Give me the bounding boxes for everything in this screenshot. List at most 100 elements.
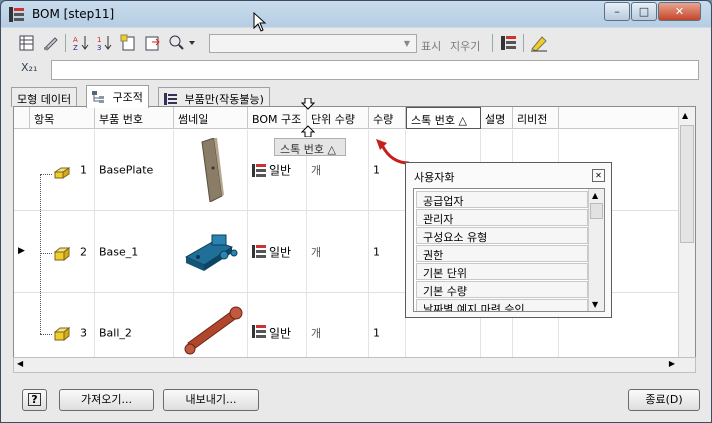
tab-model-data[interactable]: 모형 데이터 — [11, 87, 78, 107]
qty-cell[interactable]: 1 — [369, 211, 406, 292]
item-number: 1 — [80, 163, 87, 177]
import-button[interactable]: 가져오기... — [59, 389, 154, 411]
scroll-up-icon[interactable]: ▲ — [592, 191, 598, 200]
close-window-button[interactable]: ✕ — [658, 2, 701, 21]
title-bar: BOM [step11] – □ ✕ — [1, 1, 711, 28]
list-scrollbar[interactable]: ▲ ▼ — [588, 189, 604, 311]
show-button[interactable]: 표시 — [421, 38, 441, 54]
minimize-button[interactable]: – — [604, 2, 630, 21]
toolbar-separator-2 — [492, 34, 493, 52]
close-icon[interactable]: ✕ — [592, 169, 605, 182]
find-icon[interactable] — [167, 33, 197, 53]
baseplate-thumbnail — [201, 138, 224, 202]
thumbnail-cell — [174, 211, 248, 292]
part-number: Base_1 — [99, 245, 139, 258]
list-item[interactable]: 기본 단위 — [416, 263, 588, 280]
scrollbar-thumb[interactable] — [590, 203, 603, 219]
table-view-icon[interactable] — [17, 33, 37, 53]
column-header-part-number[interactable]: 부품 번호 — [95, 107, 174, 129]
bom-structure-icon — [252, 325, 266, 338]
part-number: Ball_2 — [99, 326, 132, 340]
chevron-down-icon[interactable]: ▼ — [400, 37, 414, 50]
parts-list-icon — [164, 93, 177, 105]
qty: 1 — [373, 245, 380, 258]
part-icon — [54, 247, 70, 261]
formula-input[interactable] — [51, 60, 699, 80]
scroll-up-icon[interactable]: ▲ — [682, 111, 688, 120]
highlight-icon[interactable] — [529, 33, 549, 53]
scrollbar-thumb[interactable] — [680, 125, 694, 243]
part-number-icon[interactable] — [119, 33, 139, 53]
edit-icon[interactable] — [41, 33, 61, 53]
unit-qty-cell[interactable]: 개 — [307, 211, 369, 292]
list-item[interactable]: 구성요소 유형 — [416, 227, 588, 244]
ball-thumbnail — [184, 306, 243, 355]
scroll-left-icon[interactable]: ◀ — [17, 359, 23, 368]
bom-structure: 일반 — [269, 245, 292, 259]
column-header-qty[interactable]: 수량 — [369, 107, 406, 129]
svg-text:1: 1 — [97, 36, 101, 44]
maximize-button[interactable]: □ — [631, 2, 657, 21]
tab-label: 구조적 — [112, 91, 143, 104]
bom-app-icon — [9, 7, 24, 22]
view-combo[interactable]: ▼ — [209, 34, 417, 53]
function-icon[interactable]: X₂₁ — [21, 61, 37, 74]
svg-text:3: 3 — [97, 44, 101, 52]
tab-structured[interactable]: 구조적 — [86, 85, 149, 108]
list-item[interactable]: 기본 수량 — [416, 281, 588, 298]
column-drag-label: 스톡 번호 △ — [274, 138, 346, 156]
column-header-thumbnail[interactable]: 썸네일 — [174, 107, 248, 129]
part-number-cell[interactable]: BasePlate — [95, 130, 174, 210]
export-button[interactable]: 내보내기... — [163, 389, 259, 411]
base-thumbnail — [184, 234, 238, 271]
thumbnail-cell — [174, 130, 248, 210]
bom-structure-icon — [252, 164, 266, 177]
column-header-unit-qty[interactable]: 단위 수량 — [307, 107, 369, 129]
column-chooser-icon[interactable] — [499, 33, 519, 53]
part-number-cell[interactable]: Base_1 — [95, 211, 174, 292]
bom-structure: 일반 — [269, 163, 292, 178]
formula-row: X₂₁ — [11, 59, 703, 81]
list-item[interactable]: 권한 — [416, 245, 588, 262]
column-header-description[interactable]: 설명 — [481, 107, 513, 129]
column-header-item[interactable]: 항목 — [30, 107, 95, 129]
bom-window: BOM [step11] – □ ✕ AZ 13 ▼ 표시 지우기 X₂₁ 모형… — [0, 0, 712, 423]
bom-structure-cell[interactable]: 일반 — [248, 211, 307, 292]
horizontal-scrollbar[interactable]: ◀ ▶ — [13, 357, 696, 373]
toolbar: AZ 13 ▼ 표시 지우기 — [11, 31, 703, 57]
scroll-down-icon[interactable]: ▼ — [592, 300, 598, 309]
drop-indicator-up-icon — [301, 125, 315, 137]
bom-structure-icon — [252, 245, 266, 258]
export-icon[interactable] — [143, 33, 163, 53]
available-columns-list: 공급업자 관리자 구성요소 유형 권한 기본 단위 기본 수량 날짜별 예지 마… — [413, 188, 605, 312]
unit-qty: 개 — [311, 164, 322, 177]
list-item[interactable]: 관리자 — [416, 209, 588, 226]
part-icon — [54, 327, 70, 341]
vertical-scrollbar[interactable]: ▲ ▼ — [678, 107, 695, 372]
tab-parts-only[interactable]: 부품만(작동불능) — [158, 87, 270, 107]
help-icon: ? — [28, 393, 41, 406]
column-header-revision[interactable]: 리비전 — [513, 107, 559, 129]
scroll-right-icon[interactable]: ▶ — [669, 359, 675, 368]
sort-ascending-icon[interactable]: AZ — [71, 33, 91, 53]
view-tabs: 모형 데이터 구조적 부품만(작동불능) — [11, 85, 703, 108]
close-button[interactable]: 종료(D) — [628, 389, 700, 411]
structure-tree-icon — [92, 91, 104, 103]
tab-label: 모형 데이터 — [17, 93, 72, 106]
clear-button[interactable]: 지우기 — [450, 38, 480, 54]
renumber-icon[interactable]: 13 — [95, 33, 115, 53]
row-header-corner — [14, 107, 30, 129]
list-item[interactable]: 날짜별 예지 마련 승인 — [416, 299, 588, 311]
column-header-bom-structure[interactable]: BOM 구조 — [248, 107, 307, 129]
customize-panel: 사용자화 ✕ 공급업자 관리자 구성요소 유형 권한 기본 단위 기본 수량 날… — [405, 162, 612, 318]
help-button[interactable]: ? — [22, 389, 47, 411]
drop-indicator-down-icon — [301, 98, 315, 110]
tab-label: 부품만(작동불능) — [184, 93, 264, 106]
toolbar-separator-3 — [523, 34, 524, 52]
qty: 1 — [373, 326, 380, 340]
unit-qty: 개 — [311, 327, 322, 340]
list-item[interactable]: 공급업자 — [416, 191, 588, 208]
toolbar-separator — [65, 34, 66, 52]
customize-title: 사용자화 — [414, 171, 455, 184]
column-header-stock-number[interactable]: 스톡 번호 △ — [406, 107, 481, 129]
